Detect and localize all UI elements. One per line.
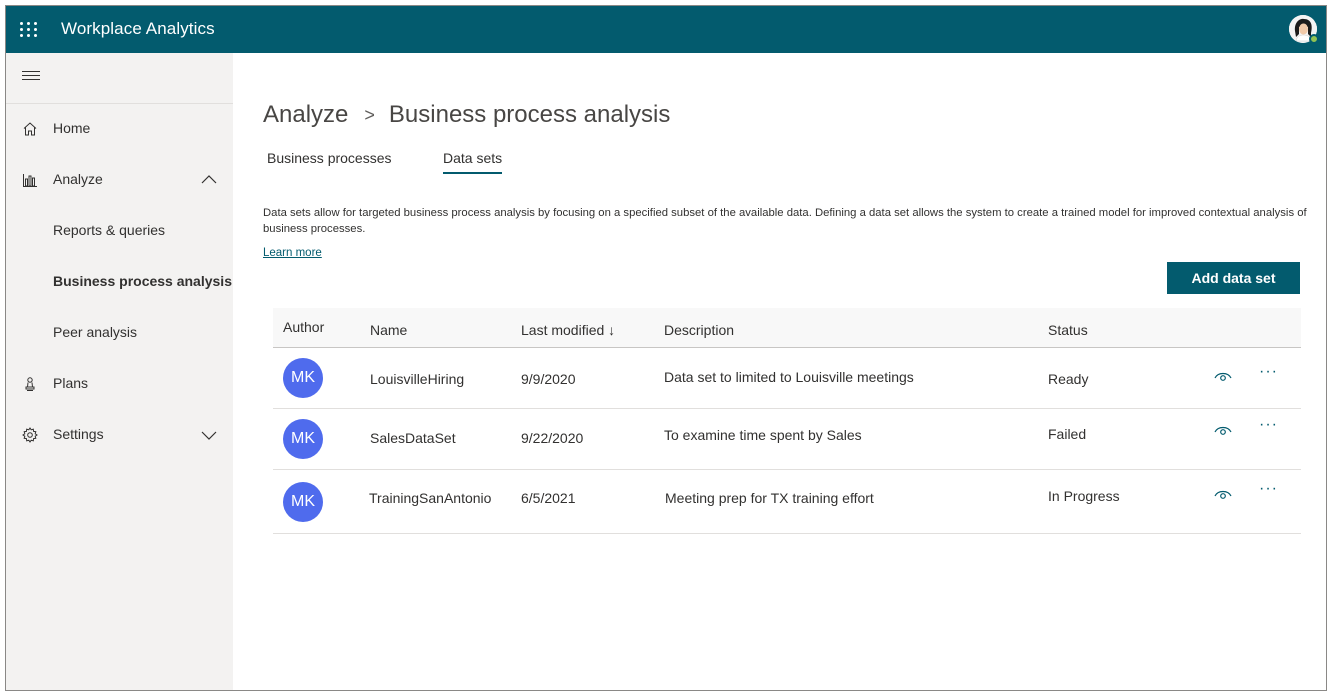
app-title: Workplace Analytics xyxy=(61,19,215,38)
sidebar-item-label: Business process analysis xyxy=(53,273,232,289)
breadcrumb-parent[interactable]: Analyze xyxy=(263,101,348,129)
sidebar-item-label: Plans xyxy=(53,375,89,391)
column-header-last-modified[interactable]: Last modified ↓ xyxy=(521,322,615,338)
dataset-modified: 9/22/2020 xyxy=(521,430,584,446)
page-description: Data sets allow for targeted business pr… xyxy=(263,207,1307,235)
dataset-name[interactable]: TrainingSanAntonio xyxy=(369,490,491,506)
sidebar-item-reports-queries[interactable]: Reports & queries xyxy=(6,211,233,251)
dataset-description: To examine time spent by Sales xyxy=(664,427,862,443)
table-header: Author Name Last modified ↓ Description … xyxy=(273,308,1301,348)
sidebar-item-peer-analysis[interactable]: Peer analysis xyxy=(6,313,233,353)
column-header-description[interactable]: Description xyxy=(664,322,734,338)
breadcrumb: Analyze > Business process analysis xyxy=(263,101,670,129)
column-header-author[interactable]: Author xyxy=(283,319,324,335)
data-sets-table: Author Name Last modified ↓ Description … xyxy=(273,308,1301,534)
dataset-modified: 6/5/2021 xyxy=(521,490,576,506)
user-avatar[interactable] xyxy=(1289,15,1319,44)
breadcrumb-separator-icon: > xyxy=(364,104,375,125)
view-eye-icon[interactable] xyxy=(1214,488,1232,500)
main-content: Analyze > Business process analysis Busi… xyxy=(233,53,1326,690)
view-eye-icon[interactable] xyxy=(1214,424,1232,436)
status-badge: Ready xyxy=(1048,371,1089,387)
app-window: Workplace Analytics Home Analyze Reports… xyxy=(5,5,1327,691)
learn-more-link[interactable]: Learn more xyxy=(263,247,322,259)
status-badge: In Progress xyxy=(1048,488,1120,504)
sidebar-item-business-process-analysis[interactable]: Business process analysis xyxy=(6,262,233,302)
more-options-icon[interactable]: ··· xyxy=(1259,363,1278,381)
sidebar-item-label: Settings xyxy=(53,426,104,442)
sidebar-divider xyxy=(6,103,233,104)
column-header-name[interactable]: Name xyxy=(370,322,407,338)
add-data-set-button[interactable]: Add data set xyxy=(1167,262,1300,294)
tab-business-processes[interactable]: Business processes xyxy=(267,150,392,166)
sidebar: Home Analyze Reports & queries Business … xyxy=(6,53,233,690)
table-row[interactable]: MK LouisvilleHiring 9/9/2020 Data set to… xyxy=(273,348,1301,409)
view-eye-icon[interactable] xyxy=(1214,370,1232,382)
page-title: Business process analysis xyxy=(388,101,671,128)
tab-data-sets[interactable]: Data sets xyxy=(443,150,503,174)
hamburger-menu-icon[interactable] xyxy=(22,71,40,85)
sidebar-item-label: Reports & queries xyxy=(53,222,166,238)
sidebar-item-settings[interactable]: Settings xyxy=(6,415,233,455)
more-options-icon[interactable]: ··· xyxy=(1259,416,1278,434)
top-bar: Workplace Analytics xyxy=(6,6,1326,53)
sidebar-item-label: Analyze xyxy=(53,171,103,187)
analyze-chart-icon xyxy=(23,174,37,187)
sidebar-item-analyze[interactable]: Analyze xyxy=(6,160,233,200)
dataset-name[interactable]: LouisvilleHiring xyxy=(370,371,464,387)
chevron-down-icon[interactable] xyxy=(201,429,217,441)
status-badge: Failed xyxy=(1048,426,1087,442)
app-launcher-icon[interactable] xyxy=(16,16,42,42)
column-header-status[interactable]: Status xyxy=(1048,322,1088,338)
dataset-description: Data set to limited to Louisville meetin… xyxy=(664,369,914,385)
author-avatar: MK xyxy=(283,482,323,522)
author-avatar: MK xyxy=(283,419,323,459)
dataset-description: Meeting prep for TX training effort xyxy=(665,490,874,506)
dataset-modified: 9/9/2020 xyxy=(521,371,576,387)
sidebar-item-label: Peer analysis xyxy=(53,324,138,340)
sidebar-item-plans[interactable]: Plans xyxy=(6,364,233,404)
sidebar-item-home[interactable]: Home xyxy=(6,109,233,149)
home-icon xyxy=(23,122,37,136)
author-avatar: MK xyxy=(283,358,323,398)
table-row[interactable]: MK SalesDataSet 9/22/2020 To examine tim… xyxy=(273,409,1301,470)
plans-icon xyxy=(25,377,35,391)
table-row[interactable]: MK TrainingSanAntonio 6/5/2021 Meeting p… xyxy=(273,470,1301,534)
presence-status-icon xyxy=(1309,34,1319,44)
sidebar-item-label: Home xyxy=(53,120,91,136)
gear-icon xyxy=(22,427,38,443)
dataset-name[interactable]: SalesDataSet xyxy=(370,430,456,446)
more-options-icon[interactable]: ··· xyxy=(1259,480,1278,498)
chevron-up-icon[interactable] xyxy=(201,174,217,186)
